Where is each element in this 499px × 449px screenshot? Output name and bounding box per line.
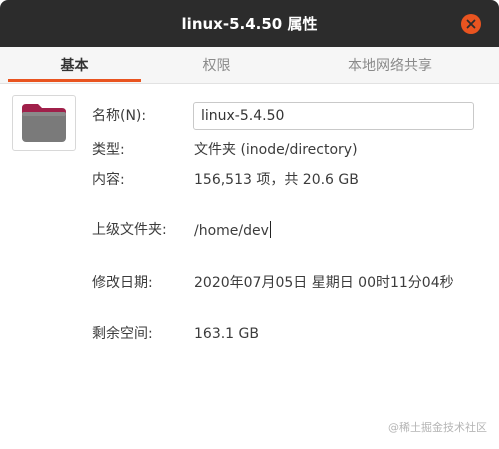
close-icon — [466, 19, 476, 29]
text-cursor — [269, 221, 271, 238]
parent-folder-label: 上级文件夹: — [92, 222, 167, 238]
tab-bar: 基本 权限 本地网络共享 — [0, 47, 499, 84]
free-space-label: 剩余空间: — [92, 326, 153, 342]
parent-folder-text: /home/dev — [194, 223, 269, 239]
folder-icon — [22, 104, 66, 142]
parent-folder-value[interactable]: /home/dev — [194, 221, 271, 240]
watermark-text: @稀土掘金技术社区 — [388, 421, 487, 434]
window-title: linux-5.4.50 属性 — [181, 15, 318, 33]
name-field-value: linux-5.4.50 — [201, 108, 285, 124]
close-button[interactable] — [461, 14, 481, 34]
type-label: 类型: — [92, 142, 125, 158]
title-bar: linux-5.4.50 属性 — [0, 0, 499, 47]
name-label: 名称(N): — [92, 108, 147, 124]
tab-local-network-share[interactable]: 本地网络共享 — [320, 47, 460, 83]
folder-icon-tile[interactable] — [12, 95, 76, 151]
tab-basic[interactable]: 基本 — [8, 47, 141, 83]
watermark: @稀土掘金技术社区 — [388, 419, 487, 435]
contents-value: 156,513 项，共 20.6 GB — [194, 172, 359, 188]
contents-label: 内容: — [92, 172, 125, 188]
type-value: 文件夹 (inode/directory) — [194, 142, 358, 158]
name-field[interactable]: linux-5.4.50 — [193, 102, 474, 130]
free-space-value: 163.1 GB — [194, 326, 259, 342]
tab-permissions[interactable]: 权限 — [150, 47, 283, 83]
active-tab-indicator — [8, 79, 141, 82]
modified-date-label: 修改日期: — [92, 275, 153, 291]
modified-date-value: 2020年07月05日 星期日 00时11分04秒 — [194, 275, 454, 291]
